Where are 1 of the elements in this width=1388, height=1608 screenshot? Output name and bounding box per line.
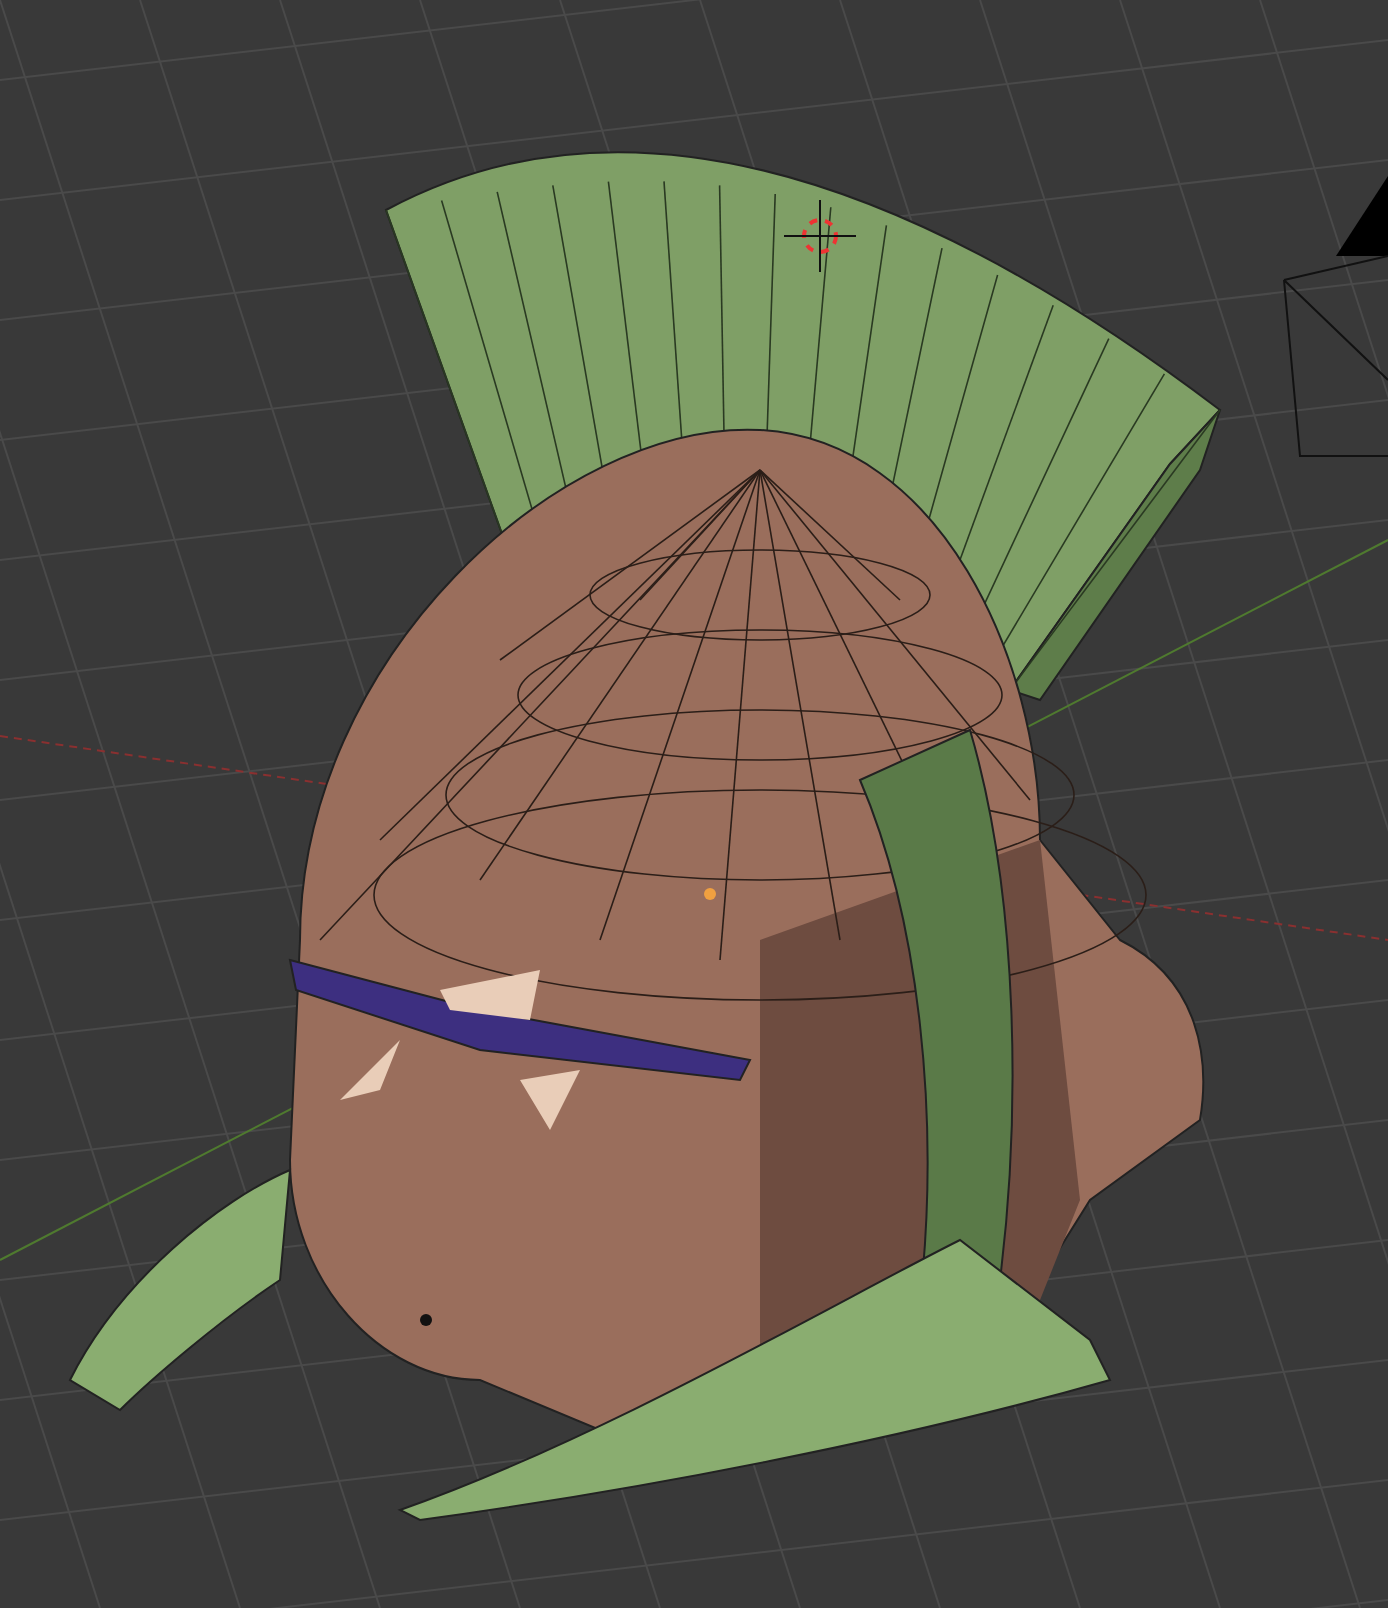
cursor-crosshair-icon <box>783 199 857 273</box>
